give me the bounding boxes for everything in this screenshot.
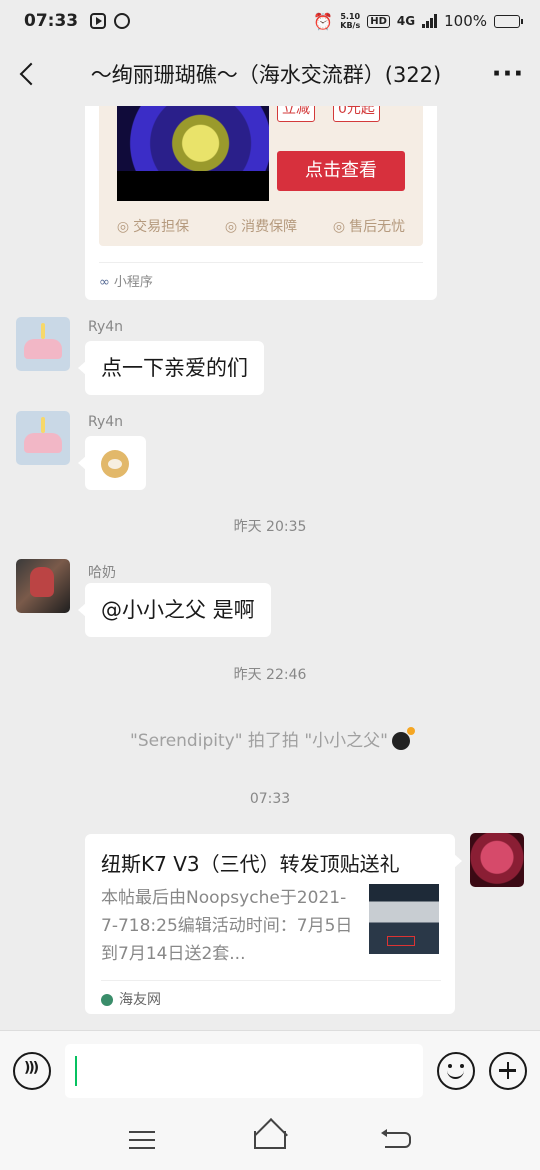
coral-product-image bbox=[117, 106, 269, 201]
system-nav-bar bbox=[0, 1110, 540, 1170]
message-bubble[interactable]: @小小之父 是啊 bbox=[78, 583, 271, 637]
doge-emoji-icon bbox=[101, 450, 129, 478]
network-type: 4G bbox=[396, 14, 416, 28]
bomb-icon bbox=[391, 727, 415, 750]
my-avatar[interactable] bbox=[470, 833, 524, 887]
pat-text: "Serendipity" 拍了拍 "小小之父" bbox=[130, 731, 388, 751]
text-caret bbox=[75, 1055, 77, 1086]
mini-program-preview: 立减 0元起 点击查看 交易担保 消费保障 售后无忧 bbox=[99, 106, 423, 246]
mini-program-icon: ∞ bbox=[99, 275, 110, 290]
mini-program-label: 小程序 bbox=[113, 275, 153, 290]
link-title: 纽斯K7 V3（三代）转发顶贴送礼 bbox=[101, 852, 400, 876]
chat-title: 〜绚丽珊瑚礁〜（海水交流群）(322) bbox=[90, 63, 442, 87]
chevron-left-icon bbox=[19, 62, 43, 86]
avatar[interactable] bbox=[16, 317, 70, 371]
battery-icon bbox=[494, 14, 523, 28]
link-source-name: 海友网 bbox=[119, 992, 161, 1008]
timestamp: 昨天 22:46 bbox=[233, 667, 307, 683]
guarantee-item: 消费保障 bbox=[225, 216, 297, 236]
back-nav-icon[interactable] bbox=[380, 1129, 411, 1148]
sticker-bubble[interactable] bbox=[78, 436, 146, 490]
sender-name: Ry4n bbox=[88, 319, 124, 335]
site-icon bbox=[101, 994, 113, 1006]
mini-program-card[interactable]: 立减 0元起 点击查看 交易担保 消费保障 售后无忧 ∞小程序 bbox=[85, 106, 437, 300]
network-speed-unit: KB/s bbox=[340, 21, 361, 30]
hd-icon: HD bbox=[367, 14, 390, 28]
voice-icon[interactable] bbox=[13, 1051, 51, 1090]
alarm-icon: ⏰ bbox=[313, 11, 334, 31]
signal-icon bbox=[422, 14, 438, 28]
link-card[interactable]: 纽斯K7 V3（三代）转发顶贴送礼 本帖最后由Noopsyche于2021-7-… bbox=[85, 834, 462, 1014]
plus-icon[interactable] bbox=[489, 1051, 527, 1090]
mini-program-footer: ∞ 小程序 bbox=[99, 262, 423, 290]
more-options-button[interactable]: ··· bbox=[476, 42, 540, 106]
price-tag: 0元起 bbox=[333, 106, 380, 122]
discount-tag: 立减 bbox=[277, 106, 315, 122]
menu-icon[interactable] bbox=[129, 1131, 156, 1149]
status-bar: 07:33 ⏰ 5.10 KB/s HD 4G 100% bbox=[0, 0, 540, 42]
video-app-icon bbox=[90, 13, 107, 29]
guarantee-item: 交易担保 bbox=[117, 216, 189, 236]
avatar[interactable] bbox=[16, 411, 70, 465]
chat-header: 〜绚丽珊瑚礁〜（海水交流群）(322) ··· bbox=[0, 42, 540, 106]
app-notification-icon bbox=[114, 13, 131, 29]
status-time: 07:33 bbox=[24, 11, 79, 31]
home-icon[interactable] bbox=[253, 1131, 286, 1149]
link-description: 本帖最后由Noopsyche于2021-7-718:25编辑活动时间：7月5日到… bbox=[101, 888, 353, 964]
network-speed-value: 5.10 bbox=[340, 12, 361, 21]
input-bar bbox=[0, 1030, 540, 1110]
timestamp: 昨天 20:35 bbox=[233, 519, 307, 535]
battery-percent: 100% bbox=[444, 12, 487, 30]
emoji-icon[interactable] bbox=[437, 1051, 475, 1090]
guarantee-item: 售后无忧 bbox=[333, 216, 405, 236]
message-bubble[interactable]: 点一下亲爱的们 bbox=[78, 341, 264, 395]
network-speed: 5.10 KB/s bbox=[340, 12, 360, 30]
back-button[interactable] bbox=[0, 42, 56, 106]
sender-name: Ry4n bbox=[88, 414, 124, 430]
system-message: "Serendipity" 拍了拍 "小小之父" bbox=[0, 726, 540, 751]
timestamp: 07:33 bbox=[249, 791, 291, 807]
sender-name: 哈奶 bbox=[88, 565, 116, 581]
message-list[interactable]: 立减 0元起 点击查看 交易担保 消费保障 售后无忧 ∞小程序 Ry4n 点一下… bbox=[0, 106, 540, 1030]
link-thumbnail bbox=[369, 884, 439, 954]
avatar[interactable] bbox=[16, 559, 70, 613]
guarantee-list: 交易担保 消费保障 售后无忧 bbox=[99, 216, 423, 236]
message-input[interactable] bbox=[65, 1043, 423, 1098]
view-product-button[interactable]: 点击查看 bbox=[277, 151, 405, 191]
link-source: 海友网 bbox=[101, 980, 441, 1009]
